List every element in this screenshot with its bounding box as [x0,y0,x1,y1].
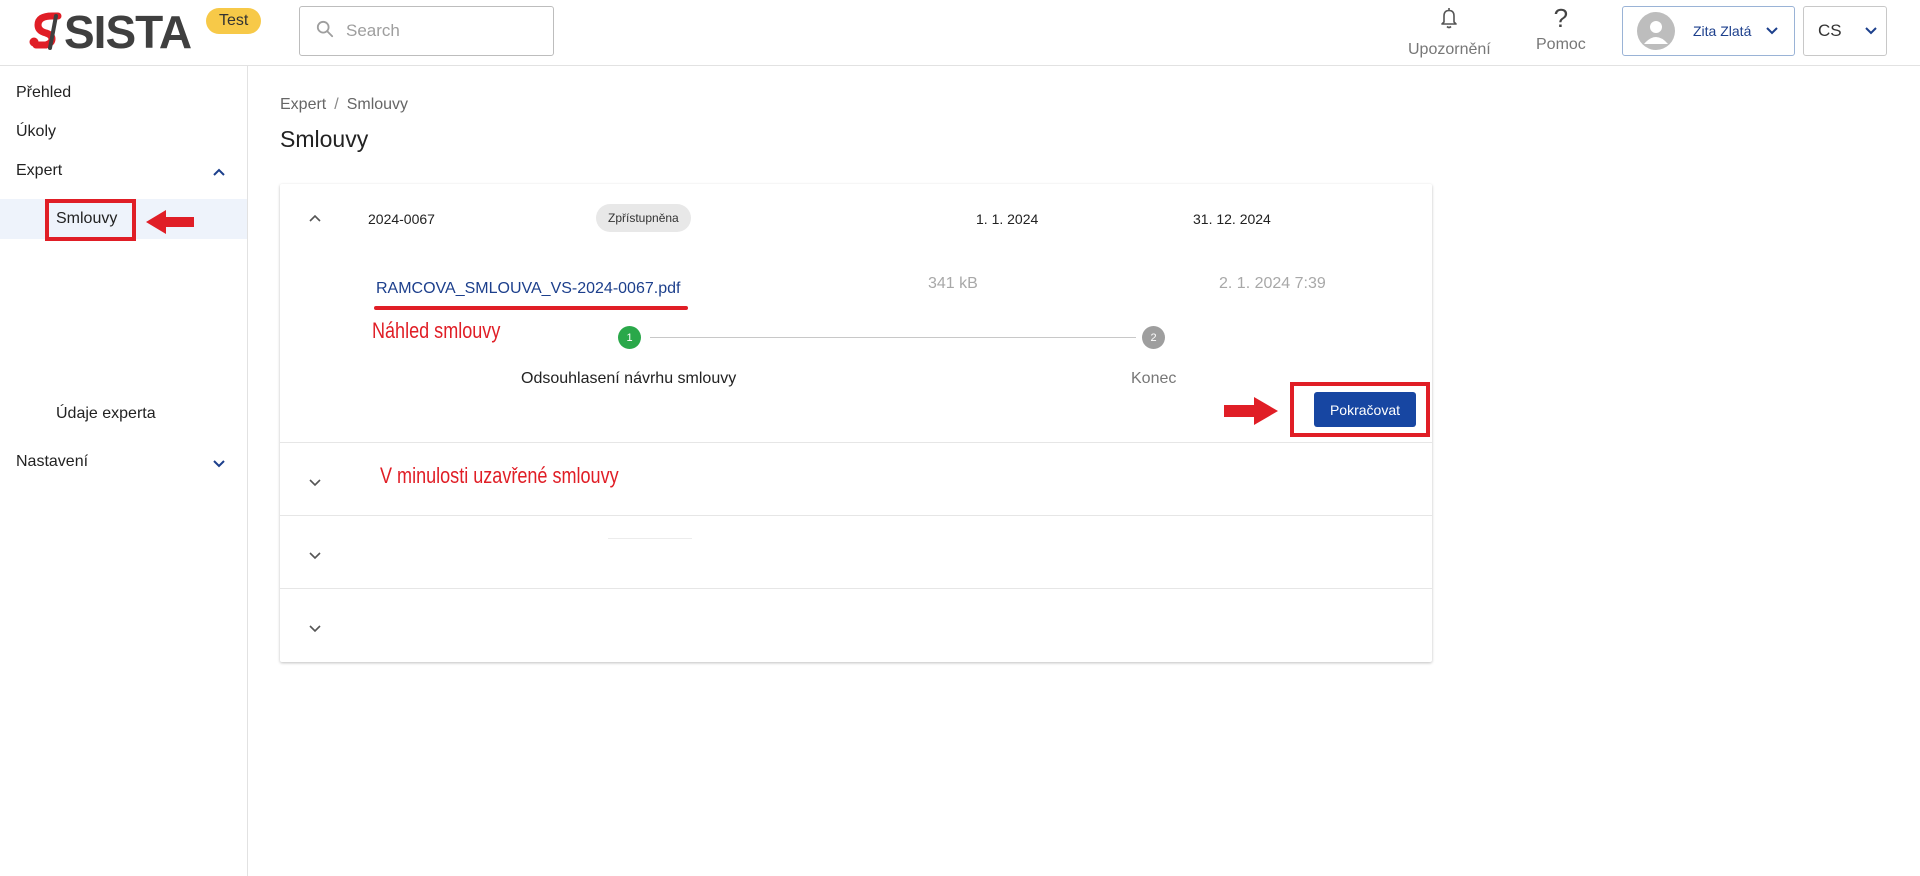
sidebar-item-expert[interactable]: Expert [16,162,62,180]
sidebar-item-ukoly[interactable]: Úkoly [16,123,56,141]
sista-logo[interactable]: SISTA [28,6,192,58]
sidebar-item-prehled[interactable]: Přehled [16,84,71,102]
continue-button[interactable]: Pokračovat [1314,392,1416,427]
language-value: CS [1818,21,1842,40]
stepper-connector [650,337,1136,338]
breadcrumb-item-expert[interactable]: Expert [280,96,326,113]
step-2-indicator: 2 [1142,326,1165,349]
chevron-down-icon[interactable] [212,459,226,469]
notifications-button[interactable]: Upozornění [1408,6,1491,59]
avatar-icon [1637,12,1675,50]
search-icon [316,20,334,43]
chevron-down-icon[interactable] [308,478,322,488]
row-divider [280,515,1432,516]
chevron-down-icon [1864,26,1878,36]
chevron-up-icon[interactable] [308,213,322,223]
chevron-down-icon[interactable] [308,624,322,634]
user-name: Zita Zlatá [1693,23,1752,39]
annotation-past-contracts: V minulosti uzavřené smlouvy [380,463,619,488]
app-header: SISTA Test Upozornění ? Pomoc Zita Zlatá… [0,0,1920,66]
step-2-label: Konec [1131,370,1177,387]
row-divider [280,442,1432,443]
contract-number: 2024-0067 [368,211,435,227]
chevron-down-icon [1765,26,1779,36]
arrow-right-icon [1224,397,1278,425]
file-size: 341 kB [928,275,978,292]
arrow-left-icon [146,210,194,234]
contract-valid-from: 1. 1. 2024 [976,211,1039,227]
help-button[interactable]: ? Pomoc [1536,3,1586,54]
search-input[interactable] [346,21,536,41]
breadcrumb-separator: / [334,96,339,113]
chevron-up-icon[interactable] [212,167,226,177]
help-label: Pomoc [1536,36,1586,53]
step-1-indicator: 1 [618,326,641,349]
contract-file-link[interactable]: RAMCOVA_SMLOUVA_VS-2024-0067.pdf [376,280,680,298]
sidebar: Přehled Úkoly Expert Smlouvy Údaje exper… [0,66,248,876]
breadcrumb: Expert / Smlouvy [280,96,408,114]
environment-badge: Test [206,8,262,34]
bell-icon [1438,6,1460,41]
row-divider [280,588,1432,589]
logo-text: SISTA [64,6,192,58]
file-date: 2. 1. 2024 7:39 [1219,275,1326,292]
sidebar-item-udaje-experta[interactable]: Údaje experta [56,405,156,423]
status-badge: Zpřístupněna [596,204,691,232]
user-menu-button[interactable]: Zita Zlatá [1622,6,1795,56]
logo-mark-icon [28,12,62,52]
contract-valid-to: 31. 12. 2024 [1193,211,1271,227]
question-mark-icon: ? [1553,3,1569,33]
chevron-down-icon[interactable] [308,551,322,561]
row-divider [608,538,692,539]
contracts-panel: 2024-0067 Zpřístupněna 1. 1. 2024 31. 12… [280,184,1432,662]
search-box[interactable] [299,6,554,56]
annotation-preview: Náhled smlouvy [372,318,501,343]
page-title: Smlouvy [280,126,369,152]
annotation-underline [374,306,688,310]
breadcrumb-item-smlouvy: Smlouvy [346,96,409,113]
language-selector[interactable]: CS [1803,6,1887,56]
highlight-box [45,199,136,241]
step-1-label: Odsouhlasení návrhu smlouvy [521,370,737,387]
notifications-label: Upozornění [1408,41,1491,58]
sidebar-item-nastaveni[interactable]: Nastavení [16,453,88,471]
